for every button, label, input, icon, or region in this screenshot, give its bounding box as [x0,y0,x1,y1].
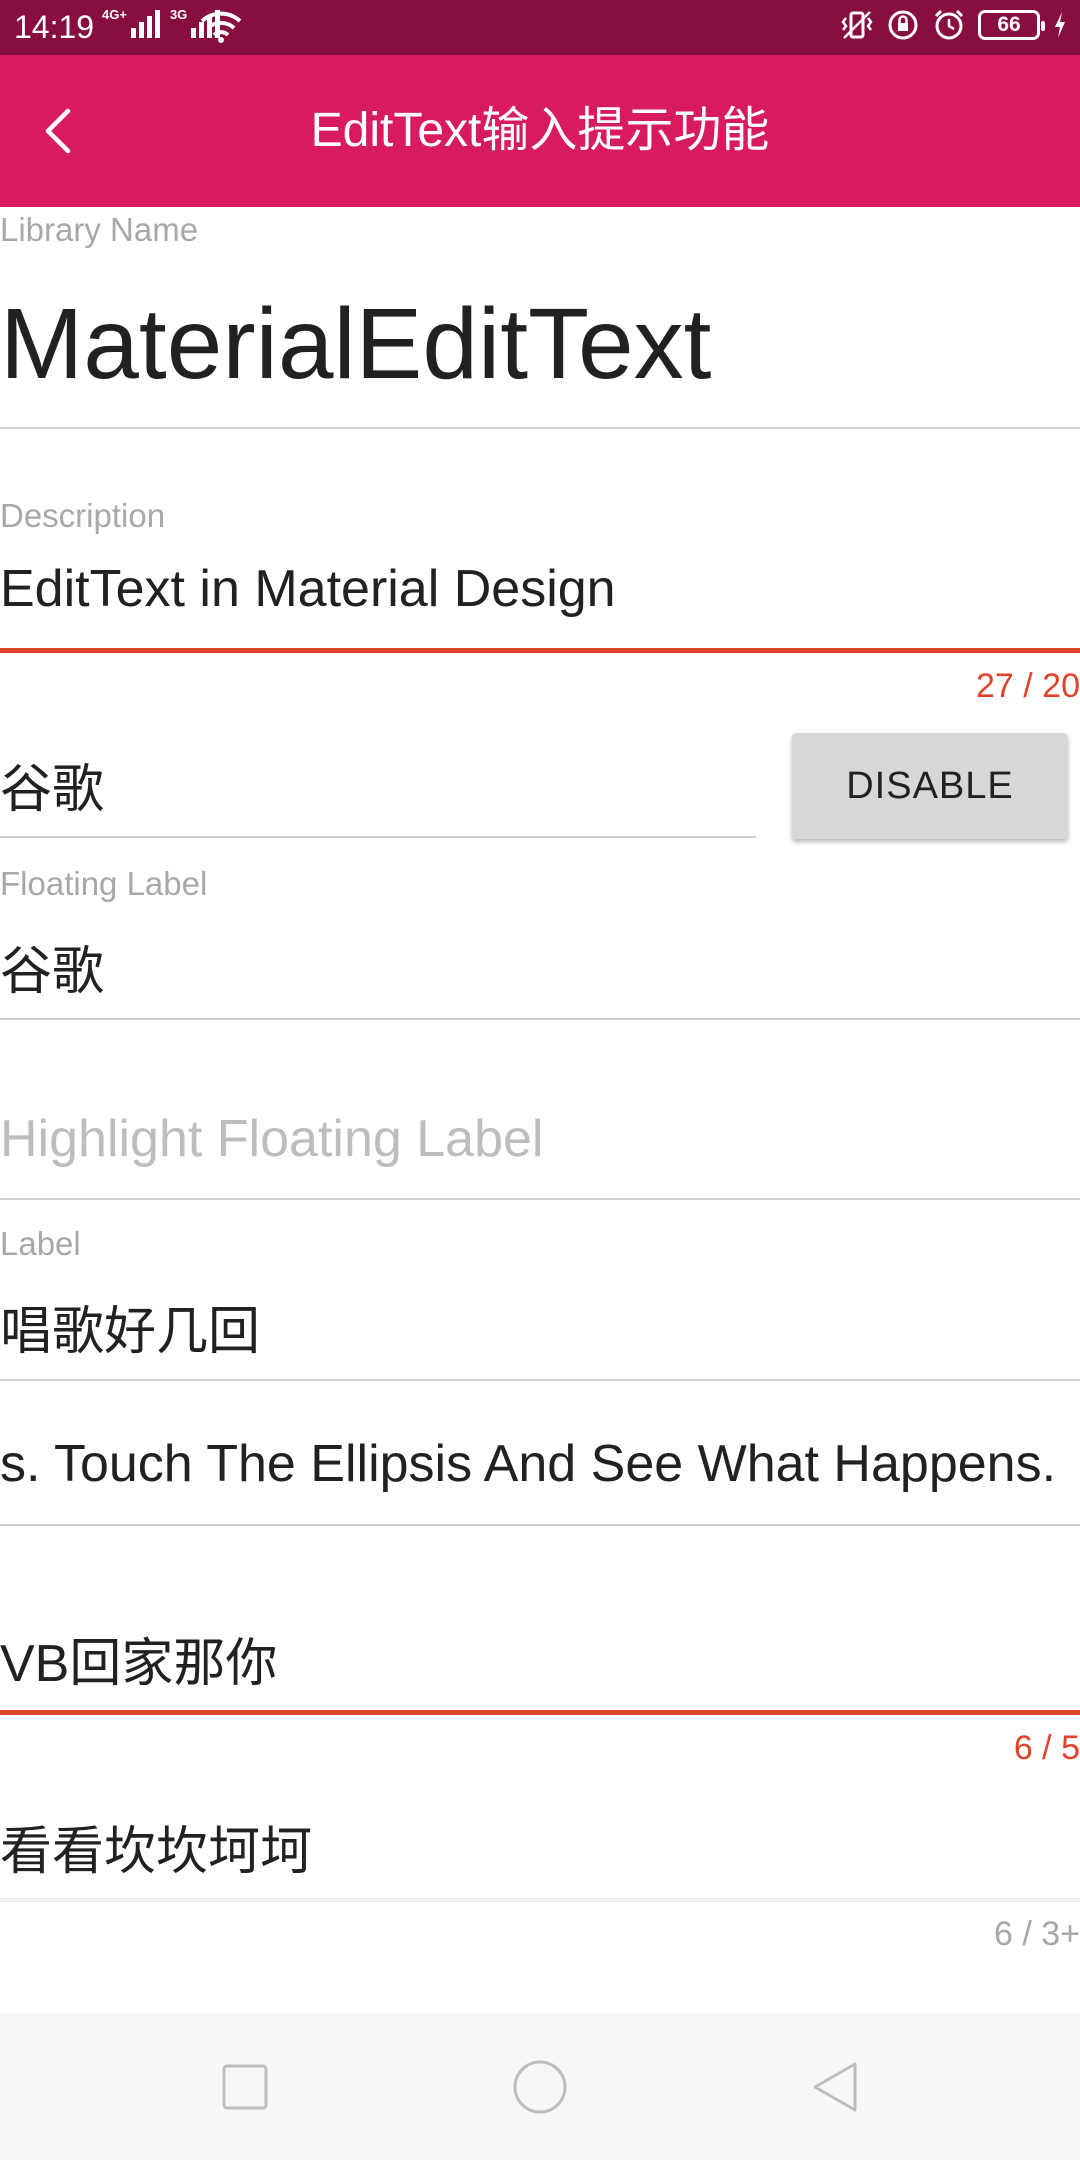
back-button[interactable] [755,2013,915,2160]
label-field-underline [0,1379,1080,1381]
form-content: Library Name MaterialEditText Descriptio… [0,207,1080,2013]
disable-button[interactable]: DISABLE [792,733,1068,839]
app-bar: EditText输入提示功能 [0,55,1080,207]
floating-label: Floating Label [0,865,208,902]
ellipsis-underline [0,1524,1080,1526]
navigation-bar [0,2013,1080,2160]
home-button[interactable] [460,2013,620,2160]
vb-field-underline [0,1710,1080,1715]
description-input[interactable]: EditText in Material Design [0,559,616,619]
vibrate-icon [841,11,873,39]
highlight-floating-label-input[interactable]: Highlight Floating Label [0,1109,543,1169]
status-bar: 14:19 4G+ 3G 66 [0,0,1080,55]
highlight-field-underline [0,1198,1080,1200]
library-name-input[interactable]: MaterialEditText [0,289,711,399]
recent-apps-button[interactable] [165,2013,325,2160]
signal-icon [130,8,160,38]
label-field-label: Label [0,1225,81,1262]
description-underline [0,648,1080,653]
vb-field-char-counter: 6 / 5 [1013,1729,1080,1767]
status-time: 14:19 [14,9,95,45]
floating-label-underline [0,1018,1080,1020]
vb-field-input[interactable]: VB回家那你 [0,1621,277,1696]
library-name-underline [0,427,1080,429]
battery-icon: 66 [978,10,1045,40]
disable-field-underline [0,836,756,838]
home-icon [513,2060,567,2113]
disable-field-input[interactable]: 谷歌 [0,747,104,822]
label-field-input[interactable]: 唱歌好几回 [0,1289,260,1364]
kan-field-char-counter: 6 / 3+ [993,1915,1080,1953]
description-char-counter: 27 / 20 [976,667,1080,705]
charging-icon [1055,12,1065,38]
ellipsis-input[interactable]: s. Touch The Ellipsis And See What Happe… [0,1434,1056,1494]
alarm-icon [934,9,964,40]
floating-label-input[interactable]: 谷歌 [0,929,104,1004]
library-name-label: Library Name [0,211,199,248]
back-icon [813,2062,857,2111]
description-label: Description [0,497,166,534]
kan-field-underline [0,1898,1080,1902]
network-type-1: 4G+ [102,7,127,22]
wifi-icon [200,11,242,43]
kan-field-input[interactable]: 看看坎坎坷坷 [0,1809,312,1884]
network-type-2: 3G [169,7,188,22]
page-title: EditText输入提示功能 [310,104,770,157]
recent-apps-icon [222,2064,268,2109]
rotation-lock-icon [888,10,918,40]
